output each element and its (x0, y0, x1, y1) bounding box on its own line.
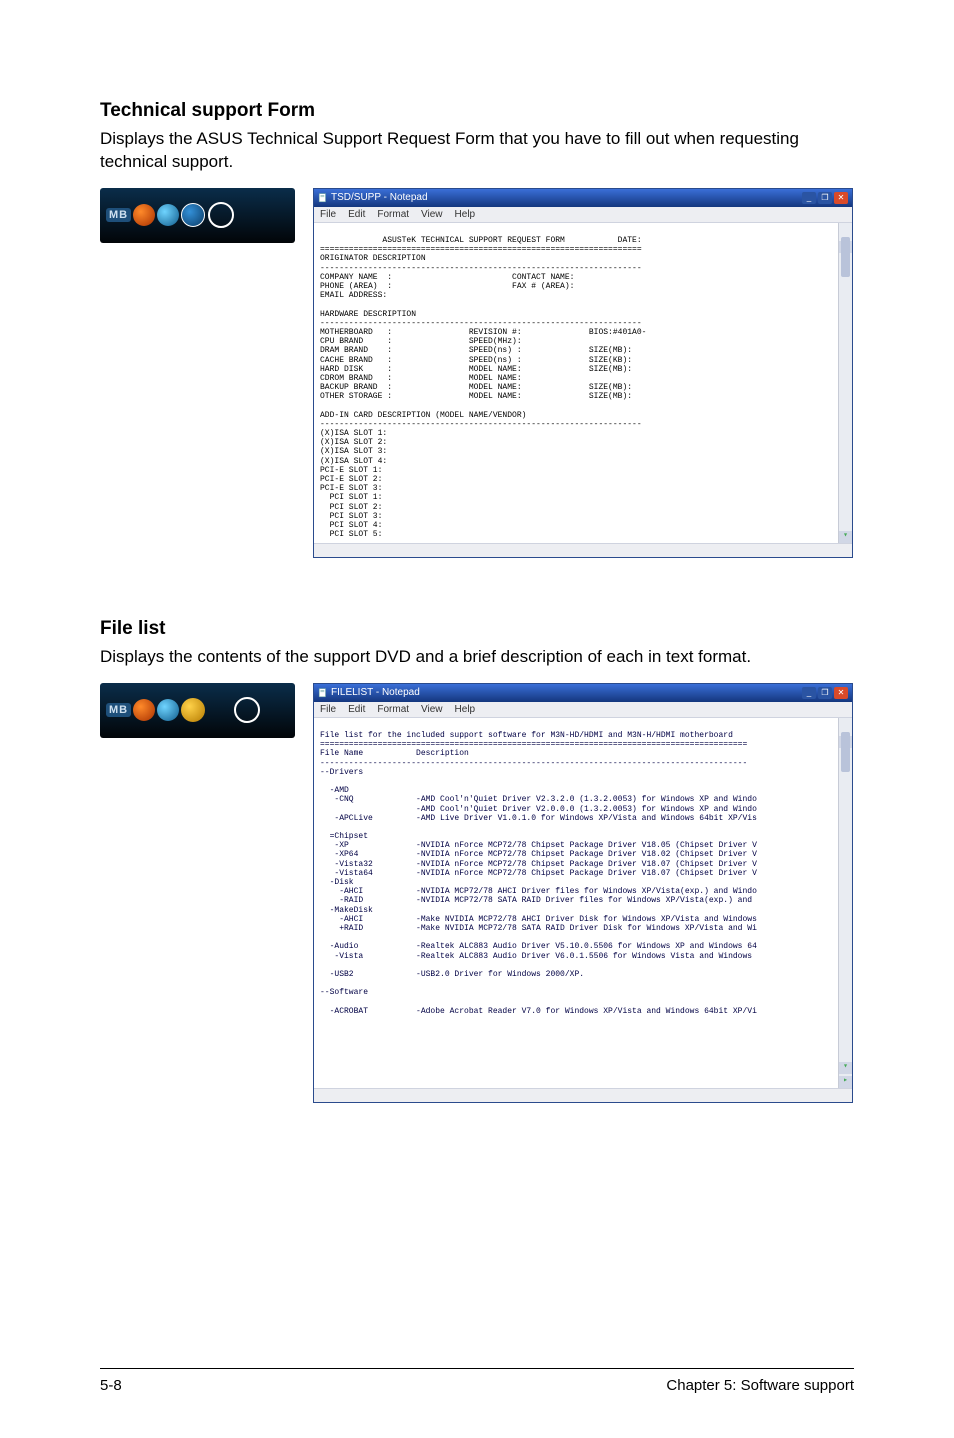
blue-orb-icon-2 (157, 699, 179, 721)
orange-orb-icon (133, 204, 155, 226)
menu-edit-2[interactable]: Edit (348, 704, 365, 715)
close-button-2[interactable]: ✕ (834, 687, 848, 699)
file-list-heading: File list (100, 618, 854, 640)
notepad-content-1: ASUSTeK TECHNICAL SUPPORT REQUEST FORM D… (314, 223, 852, 543)
window-title-text-1: TSD/SUPP - Notepad (331, 192, 428, 203)
mb-badge: MB (106, 208, 131, 222)
titlebar-2: FILELIST - Notepad _ ❐ ✕ (314, 684, 852, 702)
file-list-text: File list for the included support softw… (320, 731, 757, 1016)
mb-badge-2: MB (106, 703, 131, 717)
notepad-window-2: FILELIST - Notepad _ ❐ ✕ File Edit Forma… (313, 683, 853, 1103)
maximize-button[interactable]: ❐ (818, 192, 832, 204)
page-footer: 5-8 Chapter 5: Software support (100, 1368, 854, 1394)
scrollbar-2[interactable]: ▴ ▾ ▸ (838, 718, 852, 1088)
scroll-down-icon-2[interactable]: ▾ (839, 1062, 852, 1074)
scroll-right-icon[interactable]: ▸ (839, 1076, 852, 1088)
notepad-icon-2 (318, 688, 328, 698)
tech-support-figure: MB TSD/SUPP - Notepad _ ❐ ✕ File (100, 188, 854, 558)
highlight-circle-icon (208, 202, 234, 228)
tech-support-heading: Technical support Form (100, 100, 854, 122)
minimize-button-2[interactable]: _ (802, 687, 816, 699)
thumb-logo: MB (106, 203, 205, 227)
dvd-menu-thumb-1: MB (100, 188, 295, 243)
tech-support-intro: Displays the ASUS Technical Support Requ… (100, 128, 854, 174)
window-buttons-1: _ ❐ ✕ (802, 192, 848, 204)
menu-view-2[interactable]: View (421, 704, 443, 715)
window-title-1: TSD/SUPP - Notepad (318, 192, 428, 203)
close-button[interactable]: ✕ (834, 192, 848, 204)
dvd-menu-thumb-2: MB (100, 683, 295, 738)
menu-view[interactable]: View (421, 209, 443, 220)
window-buttons-2: _ ❐ ✕ (802, 687, 848, 699)
scroll-down-icon[interactable]: ▾ (839, 531, 852, 543)
notepad-content-2: File list for the included support softw… (314, 718, 852, 1088)
menubar-1: File Edit Format View Help (314, 207, 852, 223)
maximize-button-2[interactable]: ❐ (818, 687, 832, 699)
menu-edit[interactable]: Edit (348, 209, 365, 220)
scrollbar-1[interactable]: ▴ ▾ (838, 223, 852, 543)
menu-format[interactable]: Format (377, 209, 409, 220)
orange-orb-icon-2 (133, 699, 155, 721)
menu-format-2[interactable]: Format (377, 704, 409, 715)
minimize-button[interactable]: _ (802, 192, 816, 204)
notepad-icon (318, 193, 328, 203)
window-title-2: FILELIST - Notepad (318, 687, 420, 698)
page-number: 5-8 (100, 1377, 122, 1394)
scroll-thumb[interactable] (841, 237, 850, 277)
menu-file-2[interactable]: File (320, 704, 336, 715)
highlight-circle-icon-2 (234, 697, 260, 723)
blue-orb-icon (157, 204, 179, 226)
chapter-label: Chapter 5: Software support (666, 1377, 854, 1394)
file-list-figure: MB FILELIST - Notepad _ ❐ ✕ File (100, 683, 854, 1103)
menu-file[interactable]: File (320, 209, 336, 220)
menubar-2: File Edit Format View Help (314, 702, 852, 718)
scroll-thumb-2[interactable] (841, 732, 850, 772)
statusbar-1 (314, 543, 852, 557)
menu-help[interactable]: Help (455, 209, 476, 220)
menu-help-2[interactable]: Help (455, 704, 476, 715)
statusbar-2 (314, 1088, 852, 1102)
file-list-intro: Displays the contents of the support DVD… (100, 646, 854, 669)
highlighted-orb-icon (181, 203, 205, 227)
window-title-text-2: FILELIST - Notepad (331, 687, 420, 698)
thumb-logo-2: MB (106, 698, 205, 722)
yellow-orb-icon (181, 698, 205, 722)
tech-form-text: ASUSTeK TECHNICAL SUPPORT REQUEST FORM D… (320, 236, 646, 539)
titlebar-1: TSD/SUPP - Notepad _ ❐ ✕ (314, 189, 852, 207)
notepad-window-1: TSD/SUPP - Notepad _ ❐ ✕ File Edit Forma… (313, 188, 853, 558)
